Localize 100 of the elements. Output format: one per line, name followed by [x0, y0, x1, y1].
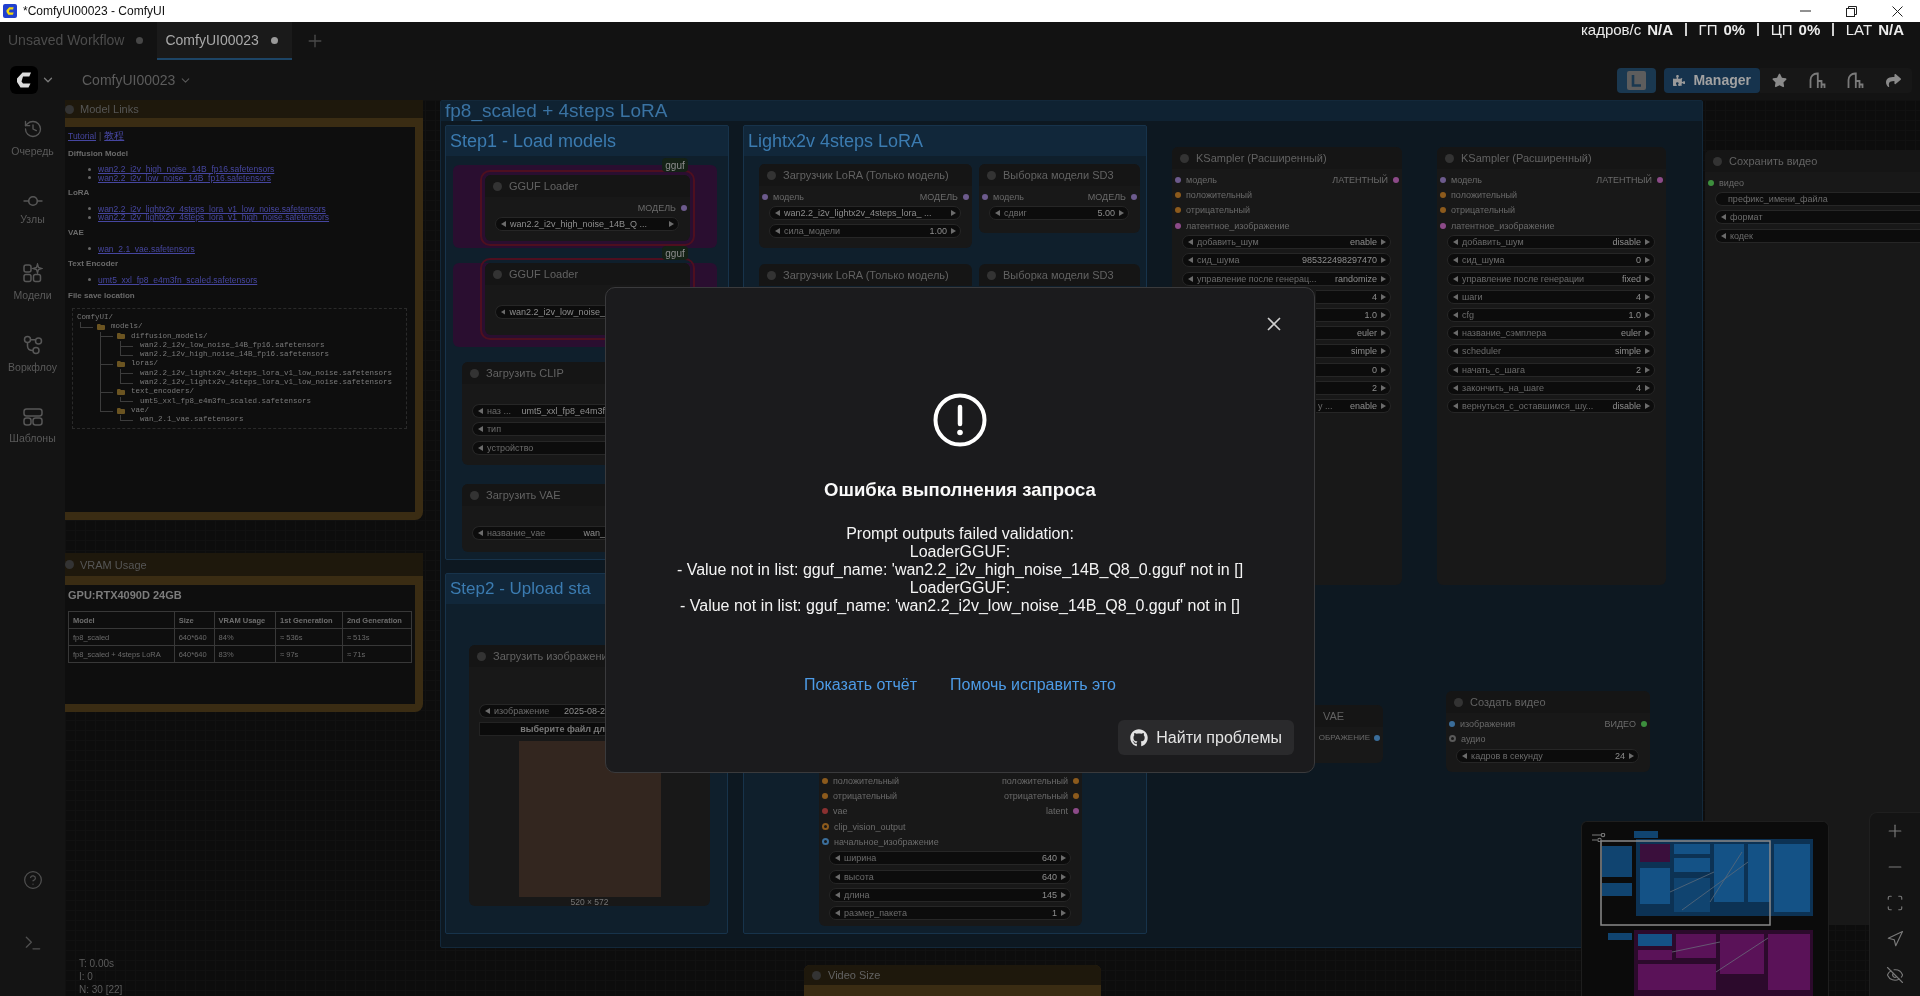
share-icon[interactable] [1885, 72, 1901, 88]
collapse-dot-icon[interactable] [477, 651, 486, 661]
stairs-icon[interactable] [1846, 71, 1864, 89]
value-stepper[interactable]: вернуться_с_оставшимся_шу... disable [1447, 398, 1655, 413]
value-stepper[interactable]: wan2.2_i2v_high_noise_14B_Q ... [495, 217, 679, 232]
left-triangle-icon[interactable] [478, 444, 483, 451]
tutorial-link[interactable]: Tutorial [68, 130, 97, 142]
left-triangle-icon[interactable] [501, 309, 506, 316]
sidebar-item[interactable]: Очередь [0, 102, 65, 174]
find-issues-button[interactable]: Найти проблемы [1118, 720, 1294, 755]
dialog-link[interactable]: Показать отчёт [804, 675, 917, 695]
collapse-dot-icon[interactable] [493, 269, 502, 279]
left-triangle-icon[interactable] [775, 210, 780, 217]
left-triangle-icon[interactable] [775, 228, 780, 235]
collapse-dot-icon[interactable] [767, 170, 776, 180]
value-stepper[interactable]: название_сэмплера euler [1447, 326, 1655, 341]
eye-off-icon[interactable] [1886, 966, 1904, 984]
left-triangle-icon[interactable] [1721, 232, 1726, 239]
value-stepper[interactable]: кодек [1715, 228, 1920, 243]
right-triangle-icon[interactable] [1645, 239, 1650, 246]
manager-button[interactable]: Manager [1664, 67, 1760, 93]
panel-toggle-button[interactable] [1617, 67, 1656, 93]
output-slot[interactable]: МОДЕЛЬ [637, 202, 687, 213]
input-slot[interactable]: отрицательный [1175, 205, 1251, 216]
left-triangle-icon[interactable] [1453, 348, 1458, 355]
left-triangle-icon[interactable] [1453, 384, 1458, 391]
dialog-link[interactable]: Помочь исправить это [950, 675, 1116, 695]
navigate-icon[interactable] [1886, 930, 1904, 948]
collapse-dot-icon[interactable] [65, 104, 74, 114]
star-icon[interactable] [1771, 72, 1787, 88]
collapse-dot-icon[interactable] [767, 270, 776, 280]
input-slot[interactable]: модель [1175, 174, 1217, 185]
input-slot[interactable]: vae [822, 806, 848, 817]
collapse-dot-icon[interactable] [1445, 153, 1454, 163]
file-link[interactable]: wan2.2_i2v_low_noise_14B_fp16.safetensors [98, 172, 271, 183]
value-stepper[interactable]: наз ... umt5_xxl_fp8_e4m3f [472, 404, 605, 419]
value-stepper[interactable]: 1.0 [1316, 307, 1391, 322]
right-triangle-icon[interactable] [951, 228, 956, 235]
value-stepper[interactable]: euler [1316, 326, 1391, 341]
value-stepper[interactable]: scheduler simple [1447, 344, 1655, 359]
collapse-dot-icon[interactable] [65, 560, 74, 569]
stairs-icon[interactable] [1808, 71, 1826, 89]
value-stepper[interactable]: wan2.2_i2v_low_noise_ [495, 305, 605, 320]
value-stepper[interactable]: название_vae wan_ [472, 526, 605, 541]
restore-icon[interactable] [1845, 5, 1857, 17]
value-stepper[interactable]: cfg 1.0 [1447, 307, 1655, 322]
right-triangle-icon[interactable] [1381, 348, 1386, 355]
value-stepper[interactable]: тип [472, 422, 605, 437]
right-triangle-icon[interactable] [1645, 311, 1650, 318]
collapse-dot-icon[interactable] [1180, 153, 1189, 163]
input-slot[interactable]: модель [982, 191, 1024, 202]
collapse-dot-icon[interactable] [987, 270, 996, 280]
right-triangle-icon[interactable] [1061, 855, 1066, 862]
sidebar-item[interactable]: Узлы [0, 174, 65, 246]
value-stepper[interactable]: размер_пакета 1 [829, 906, 1071, 921]
right-triangle-icon[interactable] [1645, 384, 1650, 391]
left-triangle-icon[interactable] [1188, 257, 1193, 264]
output-slot[interactable]: ЛАТЕНТНЫЙ [1596, 174, 1663, 185]
output-slot[interactable]: отрицательный [1003, 790, 1079, 801]
input-slot[interactable]: начальное_изображение [822, 836, 939, 847]
left-triangle-icon[interactable] [995, 210, 1000, 217]
output-slot[interactable]: ОБРАЖЕНИЕ [1318, 733, 1380, 743]
file-link[interactable]: wan_2.1_vae.safetensors [98, 243, 195, 254]
right-triangle-icon[interactable] [1381, 293, 1386, 300]
workflow-tab[interactable]: Unsaved Workflow [0, 22, 158, 60]
left-triangle-icon[interactable] [1453, 402, 1458, 409]
fit-view-icon[interactable] [1886, 894, 1904, 912]
text-field[interactable]: префикс_имени_файла [1715, 192, 1920, 207]
value-stepper[interactable]: simple [1316, 344, 1391, 359]
left-triangle-icon[interactable] [1188, 275, 1193, 282]
input-slot[interactable]: положительный [1440, 189, 1518, 200]
right-triangle-icon[interactable] [669, 221, 674, 228]
workflow-tab[interactable]: ComfyUI00023 [157, 22, 292, 60]
value-stepper[interactable]: ширина 640 [829, 851, 1071, 866]
value-stepper[interactable]: формат [1715, 210, 1920, 225]
left-triangle-icon[interactable] [1453, 311, 1458, 318]
collapse-dot-icon[interactable] [493, 181, 502, 191]
help-icon[interactable] [22, 870, 43, 890]
collapse-dot-icon[interactable] [470, 368, 479, 378]
value-stepper[interactable]: управление после генерации fixed [1447, 271, 1655, 286]
left-triangle-icon[interactable] [478, 530, 483, 537]
output-slot[interactable]: МОДЕЛЬ [1087, 191, 1137, 202]
input-slot[interactable]: положительный [822, 775, 900, 786]
value-stepper[interactable]: начать_с_шага 2 [1447, 362, 1655, 377]
value-stepper[interactable]: сид_шума 985322498297470 [1182, 253, 1391, 268]
right-triangle-icon[interactable] [1645, 257, 1650, 264]
output-slot[interactable]: МОДЕЛЬ [919, 191, 969, 202]
collapse-dot-icon[interactable] [470, 490, 479, 500]
right-triangle-icon[interactable] [1381, 311, 1386, 318]
left-triangle-icon[interactable] [1453, 275, 1458, 282]
right-triangle-icon[interactable] [1381, 275, 1386, 282]
left-triangle-icon[interactable] [485, 708, 490, 714]
workflow-menu-button[interactable]: ComfyUI00023 [82, 72, 193, 88]
right-triangle-icon[interactable] [1119, 210, 1124, 217]
input-slot[interactable]: видео [1708, 177, 1745, 188]
right-triangle-icon[interactable] [1645, 293, 1650, 300]
input-slot[interactable]: модель [1440, 174, 1482, 185]
sliders-icon[interactable] [1592, 833, 1606, 842]
collapse-dot-icon[interactable] [1454, 697, 1463, 707]
right-triangle-icon[interactable] [1645, 275, 1650, 282]
